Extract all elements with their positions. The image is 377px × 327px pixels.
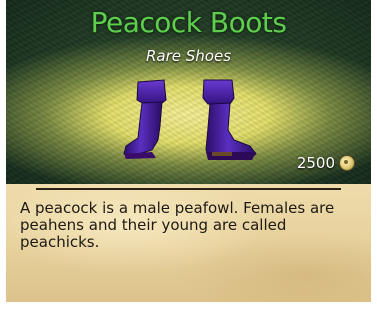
coin-icon xyxy=(339,155,355,171)
price-value: 2500 xyxy=(296,154,335,172)
divider xyxy=(36,188,341,190)
left-boot xyxy=(123,79,167,159)
item-description: A peacock is a male peafowl. Females are… xyxy=(20,199,335,251)
item-card: Peacock Boots Rare Shoes 2500 A peacock … xyxy=(6,0,371,302)
item-price: 2500 xyxy=(297,154,355,172)
right-boot xyxy=(202,79,257,160)
